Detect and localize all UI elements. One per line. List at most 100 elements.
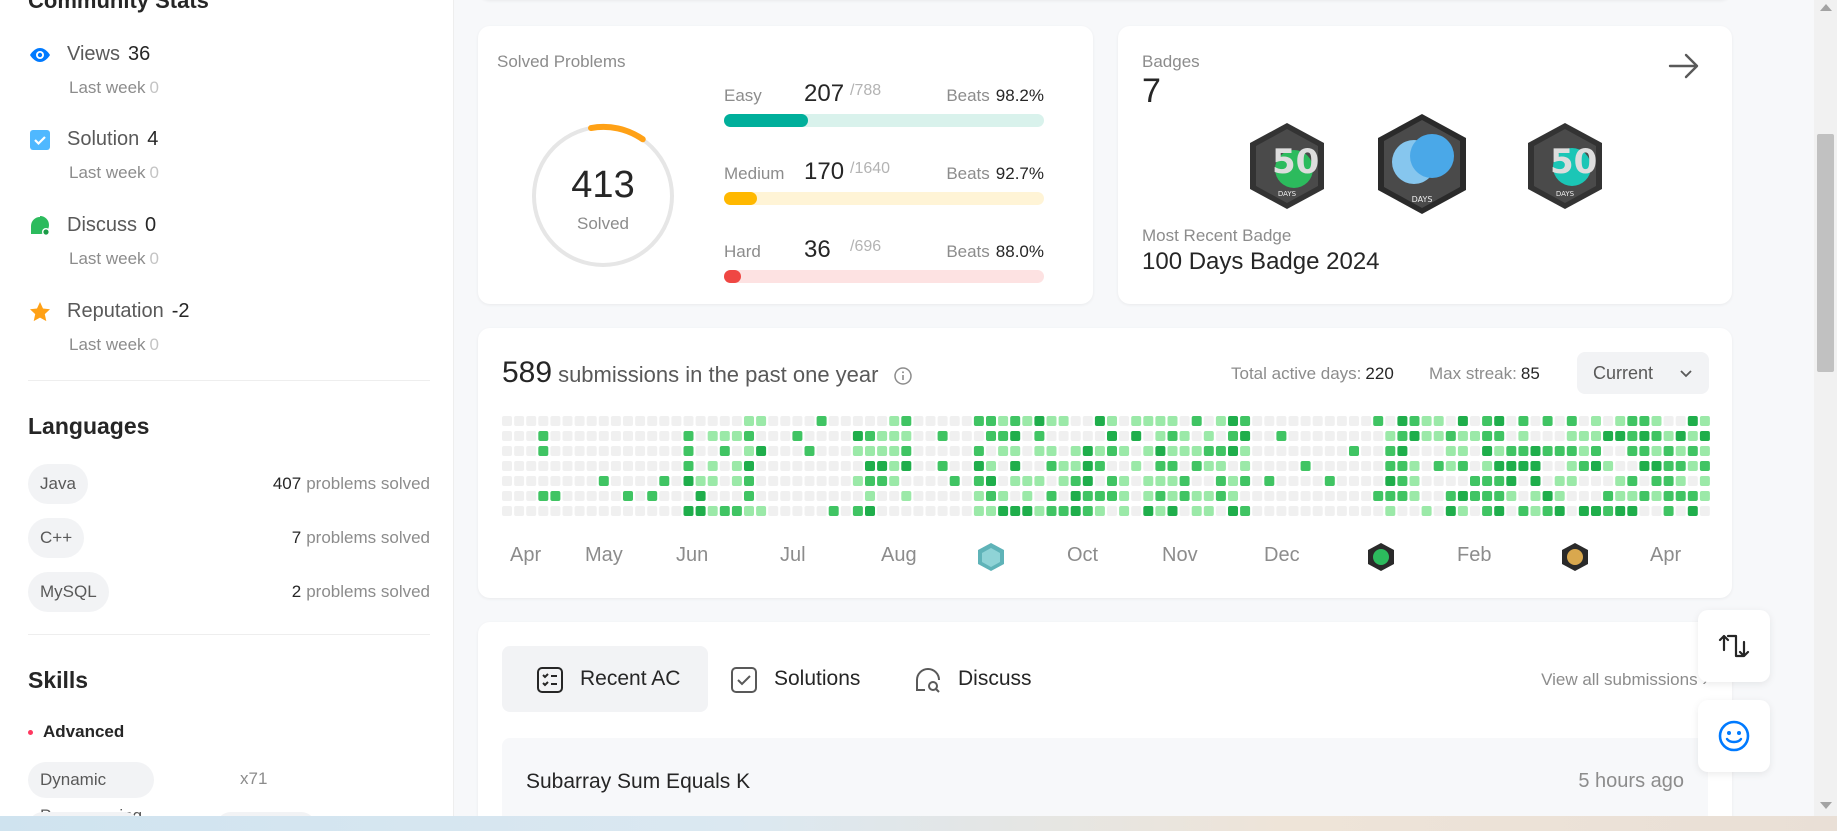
heatmap-cell[interactable] (1603, 461, 1614, 471)
heatmap-cell[interactable] (514, 446, 525, 456)
heatmap-cell[interactable] (1276, 476, 1287, 486)
heatmap-cell[interactable] (828, 431, 839, 441)
heatmap-cell[interactable] (623, 461, 633, 471)
heatmap-cell[interactable] (574, 431, 585, 441)
heatmap-cell[interactable] (526, 416, 537, 426)
heatmap-cell[interactable] (816, 491, 827, 501)
heatmap-cell[interactable] (586, 431, 597, 441)
heatmap-cell[interactable] (635, 416, 646, 426)
heatmap-cell[interactable] (744, 431, 754, 441)
heatmap-cell[interactable] (1470, 416, 1480, 426)
heatmap-cell[interactable] (780, 416, 791, 426)
heatmap-cell[interactable] (913, 491, 924, 501)
heatmap-cell[interactable] (671, 461, 682, 471)
heatmap-cell[interactable] (1203, 431, 1214, 441)
heatmap-cell[interactable] (852, 416, 863, 426)
heatmap-cell[interactable] (986, 476, 996, 486)
heatmap-cell[interactable] (756, 446, 767, 456)
heatmap-cell[interactable] (816, 476, 827, 486)
heatmap-cell[interactable] (1409, 431, 1420, 441)
heatmap-cell[interactable] (1361, 431, 1372, 441)
heatmap-cell[interactable] (961, 476, 972, 486)
heatmap-cell[interactable] (562, 491, 573, 501)
heatmap-cell[interactable] (1070, 416, 1081, 426)
heatmap-cell[interactable] (1094, 491, 1105, 501)
heatmap-cell[interactable] (1119, 461, 1130, 471)
heatmap-cell[interactable] (1070, 476, 1081, 486)
heatmap-cell[interactable] (780, 506, 791, 516)
heatmap-cell[interactable] (1433, 491, 1444, 501)
heatmap-cell[interactable] (1421, 461, 1432, 471)
heatmap-cell[interactable] (1312, 446, 1323, 456)
heatmap-cell[interactable] (1663, 431, 1674, 441)
heatmap-cell[interactable] (1312, 476, 1323, 486)
heatmap-cell[interactable] (1336, 446, 1347, 456)
heatmap-cell[interactable] (1107, 446, 1117, 456)
heatmap-cell[interactable] (586, 506, 597, 516)
heatmap-cell[interactable] (1240, 461, 1251, 471)
heatmap-cell[interactable] (1663, 416, 1674, 426)
heatmap-cell[interactable] (514, 476, 525, 486)
heatmap-cell[interactable] (1470, 461, 1480, 471)
heatmap-cell[interactable] (973, 416, 984, 426)
heatmap-cell[interactable] (1336, 461, 1347, 471)
heatmap-cell[interactable] (1082, 476, 1093, 486)
heatmap-cell[interactable] (1324, 416, 1335, 426)
heatmap-cell[interactable] (610, 446, 621, 456)
heatmap-cell[interactable] (635, 476, 646, 486)
heatmap-cell[interactable] (792, 431, 803, 441)
heatmap-cell[interactable] (998, 461, 1009, 471)
heatmap-cell[interactable] (1179, 431, 1190, 441)
heatmap-cell[interactable] (877, 446, 888, 456)
heatmap-cell[interactable] (550, 461, 561, 471)
heatmap-cell[interactable] (707, 491, 718, 501)
heatmap-cell[interactable] (1445, 476, 1456, 486)
heatmap-cell[interactable] (1119, 506, 1130, 516)
heatmap-cell[interactable] (1663, 476, 1674, 486)
heatmap-cell[interactable] (659, 476, 670, 486)
heatmap-cell[interactable] (502, 461, 512, 471)
heatmap-cell[interactable] (780, 446, 791, 456)
heatmap-cell[interactable] (1687, 491, 1698, 501)
heatmap-cell[interactable] (1421, 431, 1432, 441)
heatmap-cell[interactable] (1445, 461, 1456, 471)
heatmap-cell[interactable] (1107, 491, 1117, 501)
heatmap-cell[interactable] (1131, 431, 1142, 441)
heatmap-cell[interactable] (1167, 446, 1178, 456)
heatmap-cell[interactable] (865, 446, 875, 456)
heatmap-cell[interactable] (889, 431, 900, 441)
heatmap-cell[interactable] (1324, 491, 1335, 501)
heatmap-cell[interactable] (852, 491, 863, 501)
heatmap-cell[interactable] (1288, 416, 1299, 426)
heatmap-cell[interactable] (804, 476, 815, 486)
heatmap-cell[interactable] (840, 446, 851, 456)
heatmap-cell[interactable] (526, 431, 537, 441)
heatmap-cell[interactable] (828, 491, 839, 501)
heatmap-cell[interactable] (1482, 431, 1493, 441)
heatmap-cell[interactable] (1058, 461, 1069, 471)
heatmap-cell[interactable] (1518, 416, 1529, 426)
heatmap-cell[interactable] (707, 506, 718, 516)
heatmap-cell[interactable] (1143, 491, 1154, 501)
heatmap-cell[interactable] (865, 491, 875, 501)
heatmap-cell[interactable] (1022, 491, 1033, 501)
heatmap-cell[interactable] (901, 461, 912, 471)
heatmap-cell[interactable] (961, 461, 972, 471)
heatmap-cell[interactable] (598, 446, 609, 456)
heatmap-cell[interactable] (1010, 461, 1021, 471)
heatmap-cell[interactable] (574, 476, 585, 486)
heatmap-cell[interactable] (1082, 506, 1093, 516)
heatmap-cell[interactable] (986, 446, 996, 456)
scrollbar-thumb[interactable] (1817, 134, 1834, 372)
heatmap-cell[interactable] (1094, 461, 1105, 471)
heatmap-cell[interactable] (1627, 491, 1638, 501)
heatmap-cell[interactable] (1373, 431, 1384, 441)
heatmap-cell[interactable] (1651, 476, 1662, 486)
heatmap-cell[interactable] (998, 416, 1009, 426)
heatmap-cell[interactable] (719, 491, 730, 501)
heatmap-cell[interactable] (768, 431, 779, 441)
heatmap-cell[interactable] (1566, 491, 1577, 501)
heatmap-cell[interactable] (804, 491, 815, 501)
heatmap-cell[interactable] (998, 491, 1009, 501)
heatmap-cell[interactable] (901, 476, 912, 486)
